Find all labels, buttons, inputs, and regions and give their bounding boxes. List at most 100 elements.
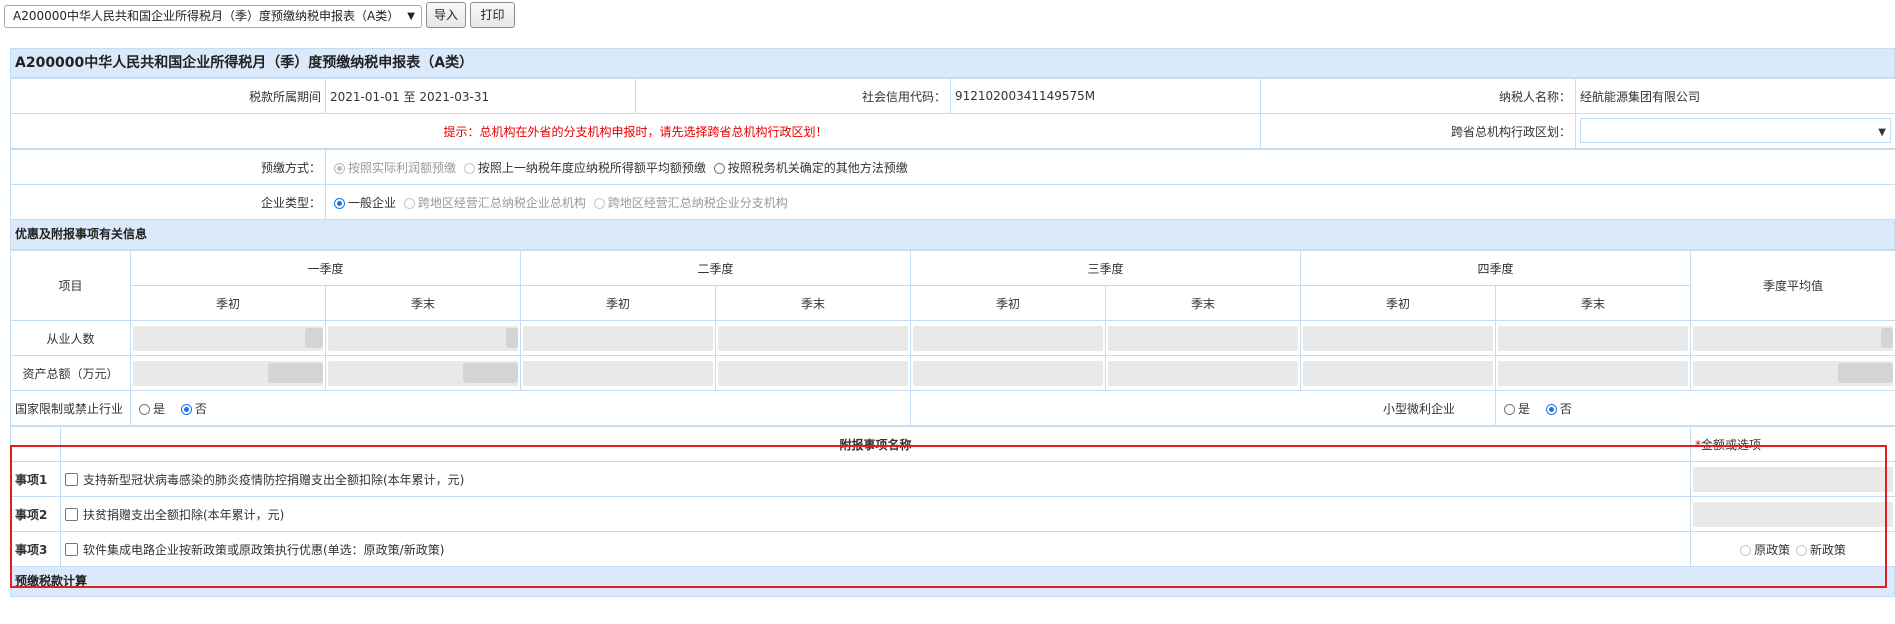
employees-avg-input[interactable] [1693, 325, 1894, 351]
attached-corner [10, 426, 61, 462]
assets-q2-begin-input[interactable] [523, 360, 714, 386]
restricted-options: 是 否 [129, 390, 912, 426]
assets-q3-begin-input[interactable] [913, 360, 1104, 386]
employees-q4-begin-input[interactable] [1303, 325, 1494, 351]
q2-end-header: 季末 [715, 285, 912, 321]
prepay-label: 预缴方式： [10, 149, 326, 185]
q1-end-header: 季末 [324, 285, 522, 321]
employees-q3-end-input[interactable] [1108, 325, 1299, 351]
small-yes-radio[interactable] [1504, 403, 1516, 415]
employees-label: 从业人数 [10, 320, 131, 356]
attached-item-1-checkbox[interactable] [65, 472, 78, 486]
attached-row: 事项2 扶贫捐赠支出全额扣除(本年累计，元) [10, 496, 1895, 532]
chevron-down-icon: ▼ [407, 11, 415, 22]
type-options: 一般企业 跨地区经营汇总纳税企业总机构 跨地区经营汇总纳税企业分支机构 [325, 184, 1895, 220]
q4-end-header: 季末 [1495, 285, 1692, 321]
region-cell: ▼ [1575, 113, 1895, 149]
attached-row: 事项1 支持新型冠状病毒感染的肺炎疫情防控捐赠支出全额扣除(本年累计，元) [10, 461, 1895, 497]
employees-q4-end-input[interactable] [1498, 325, 1689, 351]
form-type-select-value: A200000中华人民共和国企业所得税月（季）度预缴纳税申报表（A类） [13, 9, 400, 23]
benefits-section-title: 优惠及附报事项有关信息 [10, 220, 1895, 250]
assets-q4-begin-input[interactable] [1303, 360, 1494, 386]
prepay-radio-2[interactable] [463, 162, 475, 174]
employees-q2-begin-input[interactable] [523, 325, 714, 351]
q1-header: 一季度 [129, 250, 522, 286]
assets-q1-begin-input[interactable] [133, 360, 323, 386]
quarterly-table: 项目 一季度 二季度 三季度 四季度 季度平均值 季初 季末 季初 季末 季初 … [10, 250, 1895, 426]
attached-row: 事项3 软件集成电路企业按新政策或原政策执行优惠(单选：原政策/新政策) 原政策… [10, 531, 1895, 567]
basic-info-table: 税款所属期间 2021-01-01 至 2021-03-31 社会信用代码： 9… [10, 78, 1895, 149]
employees-q1-begin-input[interactable] [133, 325, 323, 351]
type-option-3: 跨地区经营汇总纳税企业分支机构 [607, 195, 788, 210]
type-option-2: 跨地区经营汇总纳税企业总机构 [417, 195, 586, 210]
type-radio-2[interactable] [403, 197, 415, 209]
restricted-no-label: 否 [194, 401, 207, 416]
region-select[interactable]: ▼ [1580, 118, 1891, 143]
type-radio-1[interactable] [334, 197, 345, 209]
taxpayer-label: 纳税人名称： [1260, 78, 1576, 114]
small-label: 小型微利企业 [910, 390, 1497, 426]
form-type-select[interactable]: A200000中华人民共和国企业所得税月（季）度预缴纳税申报表（A类） ▼ [4, 5, 422, 28]
prepay-options: 按照实际利润额预缴 按照上一纳税年度应纳税所得额平均额预缴 按照税务机关确定的其… [325, 149, 1895, 185]
q1-begin-header: 季初 [130, 285, 326, 321]
type-option-1: 一般企业 [348, 195, 397, 210]
attached-amount-header-label: 金额或选项 [1701, 437, 1762, 452]
attached-item-3-checkbox[interactable] [65, 542, 78, 556]
avg-header: 季度平均值 [1690, 250, 1895, 321]
policy-new-radio[interactable] [1795, 544, 1807, 556]
q4-begin-header: 季初 [1300, 285, 1497, 321]
attached-item-3-label: 事项3 [10, 531, 61, 567]
employees-q3-begin-input[interactable] [913, 325, 1104, 351]
region-label: 跨省总机构行政区划： [1260, 113, 1576, 149]
policy-old-radio[interactable] [1740, 544, 1752, 556]
employees-q2-end-input[interactable] [718, 325, 909, 351]
employees-q1-end-input[interactable] [328, 325, 519, 351]
restricted-yes-label: 是 [153, 401, 166, 416]
attached-item-2-label: 事项2 [10, 496, 61, 532]
q3-begin-header: 季初 [910, 285, 1107, 321]
print-button[interactable]: 打印 [470, 2, 515, 28]
employees-row: 从业人数 [10, 320, 1895, 356]
small-yes-label: 是 [1518, 401, 1531, 416]
form-title: A200000中华人民共和国企业所得税月（季）度预缴纳税申报表（A类） [10, 48, 1895, 78]
options-table: 预缴方式： 按照实际利润额预缴 按照上一纳税年度应纳税所得额平均额预缴 按照税务… [10, 149, 1895, 220]
assets-q2-end-input[interactable] [718, 360, 909, 386]
type-label: 企业类型： [10, 184, 326, 220]
declaration-form: A200000中华人民共和国企业所得税月（季）度预缴纳税申报表（A类） 税款所属… [10, 48, 1895, 597]
assets-avg-input[interactable] [1693, 360, 1894, 386]
restricted-no-radio[interactable] [180, 403, 192, 415]
industry-row: 国家限制或禁止行业 是 否 小型微利企业 是 否 [10, 390, 1895, 426]
restricted-label: 国家限制或禁止行业 [10, 390, 131, 426]
q2-header: 二季度 [520, 250, 912, 286]
policy-options: 原政策 新政策 [1690, 531, 1895, 567]
type-radio-3[interactable] [593, 197, 605, 209]
assets-q4-end-input[interactable] [1498, 360, 1689, 386]
credit-code-value: 91210200341149575M [950, 78, 1261, 114]
region-hint: 提示：总机构在外省的分支机构申报时，请先选择跨省总机构行政区划！ [10, 113, 1261, 149]
attached-item-2-text: 扶贫捐赠支出全额扣除(本年累计，元) [83, 507, 285, 522]
attached-item-2-amount-input[interactable] [1693, 501, 1893, 527]
attached-item-2-checkbox[interactable] [65, 507, 78, 521]
attached-item-1-label: 事项1 [10, 461, 61, 497]
attached-amount-header: *金额或选项 [1690, 426, 1895, 462]
policy-old-label: 原政策 [1754, 542, 1791, 557]
attached-item-1-amount-input[interactable] [1693, 466, 1893, 492]
prepay-option-3: 按照税务机关确定的其他方法预缴 [727, 160, 908, 175]
small-no-radio[interactable] [1545, 403, 1557, 415]
small-options: 是 否 [1495, 390, 1895, 426]
period-value: 2021-01-01 至 2021-03-31 [325, 78, 636, 114]
prepay-radio-1[interactable] [334, 162, 345, 174]
import-button[interactable]: 导入 [426, 2, 466, 28]
attached-item-3: 软件集成电路企业按新政策或原政策执行优惠(单选：原政策/新政策) [60, 531, 1691, 567]
q3-header: 三季度 [910, 250, 1302, 286]
restricted-yes-radio[interactable] [139, 403, 150, 415]
q2-begin-header: 季初 [520, 285, 717, 321]
period-label: 税款所属期间 [10, 78, 326, 114]
q4-header: 四季度 [1300, 250, 1692, 286]
assets-q1-end-input[interactable] [328, 360, 519, 386]
prepay-radio-3[interactable] [713, 162, 725, 174]
prepay-option-2: 按照上一纳税年度应纳税所得额平均额预缴 [477, 160, 706, 175]
attached-item-1: 支持新型冠状病毒感染的肺炎疫情防控捐赠支出全额扣除(本年累计，元) [60, 461, 1691, 497]
assets-q3-end-input[interactable] [1108, 360, 1299, 386]
attached-name-header: 附报事项名称 [60, 426, 1691, 462]
